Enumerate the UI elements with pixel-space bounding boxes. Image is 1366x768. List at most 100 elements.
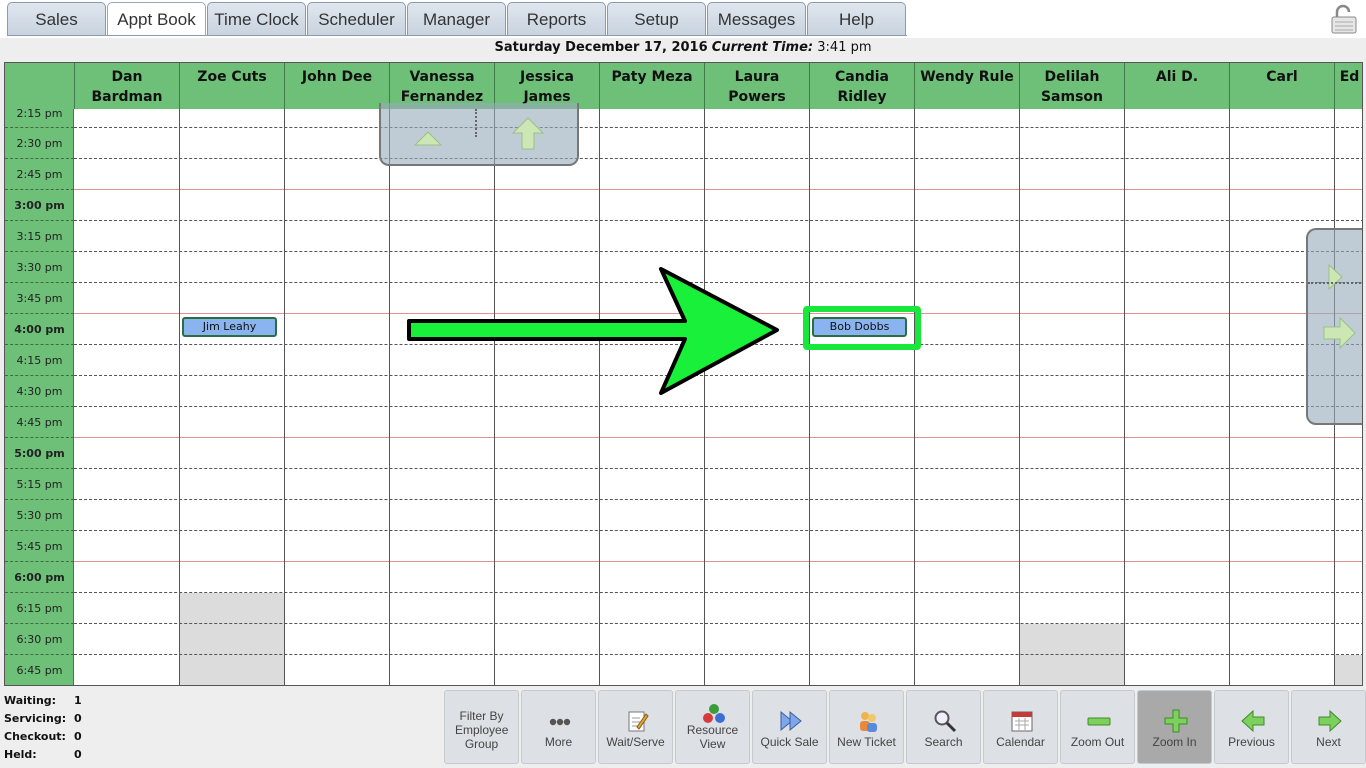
time-label: 4:45 pm [16, 416, 63, 429]
arrow-left-icon [1241, 709, 1265, 733]
arrow-up-icon[interactable] [511, 117, 545, 151]
time-label: 2:45 pm [16, 168, 63, 181]
employee-header[interactable]: Ed [1334, 63, 1362, 109]
employee-header[interactable]: Ali D. [1124, 63, 1229, 109]
blocked-time [1019, 624, 1124, 685]
appointment-grid[interactable]: 2:15 pm 2:30 pm 2:45 pm 3:00 pm 3:15 pm … [4, 62, 1363, 686]
app-window: Sales Appt Book Time Clock Scheduler Man… [0, 0, 1366, 768]
employee-header[interactable]: Candia Ridley [809, 63, 914, 109]
checkout-count: 0 [74, 730, 82, 743]
appointment-block[interactable]: Jim Leahy [182, 317, 277, 337]
next-button[interactable]: Next [1291, 690, 1366, 764]
employee-header-row: Dan Bardman Zoe Cuts John Dee Vanessa Fe… [5, 63, 1362, 109]
button-label: Previous [1228, 735, 1275, 749]
employee-header[interactable]: Laura Powers [704, 63, 809, 109]
checkout-label: Checkout: [4, 730, 66, 743]
employee-header[interactable]: Wendy Rule [914, 63, 1019, 109]
button-label: Next [1316, 735, 1341, 749]
employee-header[interactable]: Delilah Samson [1019, 63, 1124, 109]
time-label: 3:30 pm [16, 261, 63, 274]
tab-appt-book[interactable]: Appt Book [107, 2, 206, 36]
calendar-button[interactable]: Calendar [983, 690, 1058, 764]
button-label: Zoom In [1152, 735, 1197, 749]
button-label: Search [924, 735, 963, 749]
employee-header[interactable]: Carl [1229, 63, 1334, 109]
time-label: 6:45 pm [16, 664, 63, 677]
button-label: Calendar [996, 735, 1045, 749]
tab-messages[interactable]: Messages [707, 2, 806, 36]
divider [475, 109, 477, 137]
new-ticket-button[interactable]: New Ticket [829, 690, 904, 764]
time-label: 2:30 pm [16, 137, 63, 150]
scroll-up-overlay[interactable] [379, 103, 579, 166]
date-line: Saturday December 17, 2016 Current Time:… [0, 38, 1366, 58]
filter-employee-group-button[interactable]: Filter By Employee Group [444, 690, 519, 764]
employee-header[interactable]: John Dee [284, 63, 389, 109]
current-date: Saturday December 17, 2016 [494, 40, 708, 55]
divider [1308, 282, 1362, 284]
appointment-client: Jim Leahy [202, 320, 257, 333]
time-label: 5:45 pm [16, 540, 63, 553]
minus-icon [1087, 717, 1111, 726]
time-label: 6:30 pm [16, 633, 63, 646]
time-label: 4:15 pm [16, 354, 63, 367]
button-label: Wait/Serve [606, 735, 665, 749]
quick-sale-button[interactable]: Quick Sale [752, 690, 827, 764]
current-time-label: Current Time: [711, 40, 814, 55]
tab-reports[interactable]: Reports [507, 2, 606, 36]
waiting-label: Waiting: [4, 694, 57, 707]
appointment-block[interactable]: Bob Dobbs [812, 317, 907, 337]
button-label: New Ticket [837, 735, 896, 749]
more-dots-icon [549, 718, 571, 726]
chevron-right-icon[interactable] [1328, 264, 1344, 290]
time-label: 5:15 pm [16, 478, 63, 491]
employee-header[interactable]: Paty Meza [599, 63, 704, 109]
held-label: Held: [4, 748, 37, 761]
waiting-count: 1 [74, 694, 82, 707]
tab-bar: Sales Appt Book Time Clock Scheduler Man… [0, 0, 1366, 38]
calendar-icon [1011, 711, 1033, 732]
time-label: 6:15 pm [16, 602, 63, 615]
blocked-time [1334, 655, 1362, 685]
arrow-right-icon [1318, 709, 1342, 733]
tab-time-clock[interactable]: Time Clock [207, 2, 306, 36]
clipboard-pencil-icon [628, 711, 649, 732]
tab-manager[interactable]: Manager [407, 2, 506, 36]
blocked-time [179, 593, 284, 685]
employee-header[interactable]: Zoe Cuts [179, 63, 284, 109]
zoom-out-button[interactable]: Zoom Out [1060, 690, 1135, 764]
held-count: 0 [74, 748, 82, 761]
tab-setup[interactable]: Setup [607, 2, 706, 36]
time-label: 5:30 pm [16, 509, 63, 522]
previous-button[interactable]: Previous [1214, 690, 1289, 764]
button-label: Quick Sale [760, 735, 819, 749]
tab-sales[interactable]: Sales [7, 2, 106, 36]
people-icon [860, 712, 877, 732]
button-label: Zoom Out [1070, 735, 1125, 749]
time-label: 5:00 pm [14, 447, 65, 460]
search-button[interactable]: Search [906, 690, 981, 764]
annotation-arrow-icon [407, 267, 779, 395]
tab-scheduler[interactable]: Scheduler [307, 2, 406, 36]
servicing-count: 0 [74, 712, 82, 725]
time-label: 3:45 pm [16, 292, 63, 305]
wait-serve-button[interactable]: Wait/Serve [598, 690, 673, 764]
search-icon [934, 710, 957, 733]
more-button[interactable]: More [521, 690, 596, 764]
chevron-up-icon[interactable] [413, 131, 443, 147]
scroll-right-overlay[interactable] [1306, 228, 1362, 425]
tab-divider [7, 35, 907, 36]
lock-icon[interactable] [1328, 4, 1358, 34]
tab-help[interactable]: Help [807, 2, 906, 36]
zoom-in-button[interactable]: Zoom In [1137, 690, 1212, 764]
status-panel: Waiting: 1 Servicing: 0 Checkout: 0 Held: 0 [4, 694, 94, 766]
resource-view-button[interactable]: Resource View [675, 690, 750, 764]
time-label: 3:00 pm [14, 199, 65, 212]
fast-forward-icon [780, 710, 802, 732]
appointment-client: Bob Dobbs [829, 320, 890, 333]
time-label: 3:15 pm [16, 230, 63, 243]
button-label: Filter By Employee Group [455, 709, 509, 751]
time-label: 4:30 pm [16, 385, 63, 398]
employee-header[interactable]: Dan Bardman [74, 63, 179, 109]
arrow-right-icon[interactable] [1322, 316, 1356, 350]
